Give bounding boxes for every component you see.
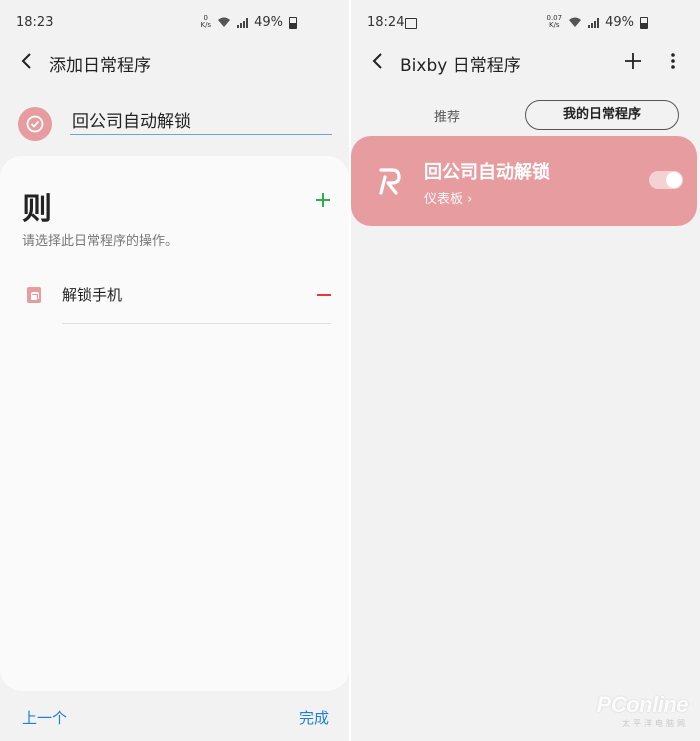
battery-percent: 49% <box>605 15 634 30</box>
tab-recommended[interactable]: 推荐 <box>407 106 487 125</box>
bottom-navigation: 上一个 完成 <box>0 691 349 741</box>
action-item[interactable]: 解锁手机 <box>0 274 349 324</box>
status-time: 18:23 <box>16 15 54 30</box>
more-options-icon[interactable] <box>666 50 680 72</box>
watermark-logo: PConline <box>596 692 689 717</box>
done-button[interactable]: 完成 <box>299 707 329 728</box>
app-bar: Bixby 日常程序 <box>351 44 700 80</box>
add-routine-screen: 18:23 0 K/s 49% 添加日常程序 则 请选择此日常 <box>0 0 349 741</box>
page-title: 添加日常程序 <box>49 56 151 76</box>
previous-button[interactable]: 上一个 <box>22 707 67 728</box>
remove-action-button[interactable] <box>317 294 331 296</box>
image-notification-icon <box>405 18 417 29</box>
routine-subtitle[interactable]: 仪表板 › <box>424 188 472 207</box>
watermark: PConline 太平洋电脑网 <box>596 692 689 729</box>
add-action-button[interactable] <box>311 188 335 212</box>
wifi-icon <box>218 17 231 27</box>
back-arrow-icon[interactable] <box>16 50 38 72</box>
battery-percent: 49% <box>254 15 283 30</box>
routine-name: 回公司自动解锁 <box>424 162 550 183</box>
app-bar: 添加日常程序 <box>0 44 349 80</box>
routine-color-icon[interactable] <box>18 107 52 141</box>
routine-tabs: 推荐 我的日常程序 <box>351 100 700 130</box>
wifi-icon <box>569 17 582 27</box>
add-routine-icon[interactable] <box>622 50 644 72</box>
then-description: 请选择此日常程序的操作。 <box>22 234 179 249</box>
then-section: 则 请选择此日常程序的操作。 解锁手机 <box>0 156 349 691</box>
network-speed: 0 K/s <box>200 13 212 29</box>
action-label: 解锁手机 <box>62 286 123 304</box>
routine-card[interactable]: 回公司自动解锁 仪表板 › <box>351 136 697 226</box>
plus-icon <box>316 193 330 207</box>
divider <box>62 323 331 324</box>
routine-r-icon <box>379 168 401 195</box>
routine-name-input[interactable] <box>70 104 332 135</box>
check-circle-icon <box>26 115 44 133</box>
status-time: 18:24 <box>367 15 405 30</box>
tab-my-routines[interactable]: 我的日常程序 <box>525 100 679 130</box>
signal-icon <box>588 17 600 28</box>
watermark-subtitle: 太平洋电脑网 <box>622 719 688 728</box>
page-title: Bixby 日常程序 <box>400 56 521 76</box>
signal-icon <box>237 17 249 28</box>
routines-list-screen: 18:24 0.07 K/s 49% Bixby 日常程序 推荐 我的日常程序 … <box>351 0 700 741</box>
toggle-knob <box>666 172 682 188</box>
back-arrow-icon[interactable] <box>367 50 389 72</box>
battery-icon <box>640 16 648 29</box>
routine-name-row <box>0 100 349 150</box>
battery-icon <box>289 16 297 29</box>
routine-toggle[interactable] <box>649 171 683 189</box>
lock-icon <box>27 287 41 303</box>
network-speed: 0.07 K/s <box>546 13 563 29</box>
then-title: 则 <box>22 192 52 227</box>
status-bar: 18:24 0.07 K/s 49% <box>351 0 700 44</box>
status-bar: 18:23 0 K/s 49% <box>0 0 349 44</box>
